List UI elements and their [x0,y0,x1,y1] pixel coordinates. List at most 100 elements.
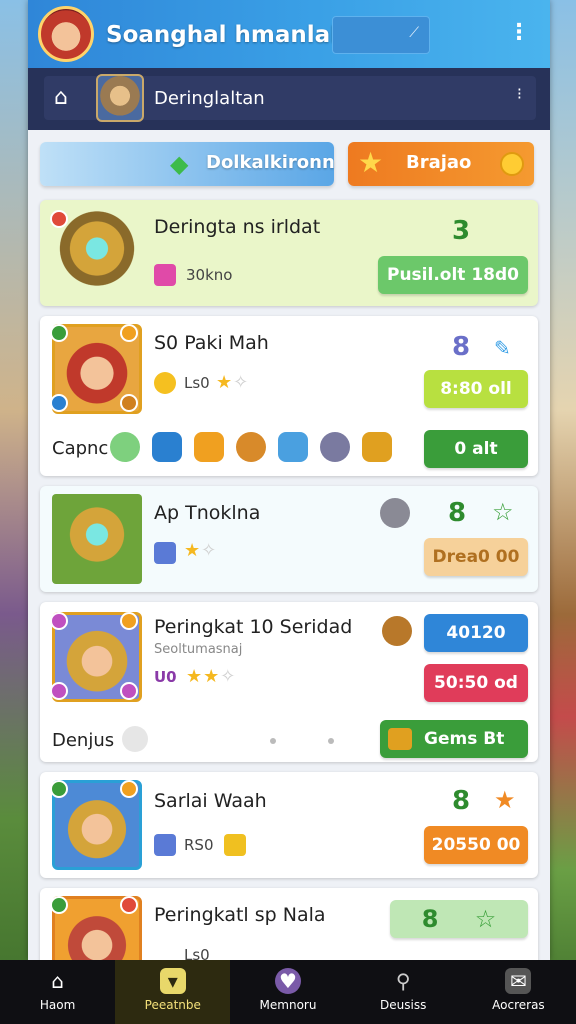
star-icon: ☆ [474,905,497,933]
bottom-nav-home[interactable]: ⌂ Haom [0,960,115,1024]
card-title: Sarlai Waah [154,790,267,812]
card-2[interactable]: S0 Paki Mah Ls0 ★✧ 8 ✎ 8:80 oll Capnc 0 … [40,316,538,476]
badge-icon [50,394,68,412]
breadcrumb: ⌂ Deringlaltan ⁝ [44,74,536,122]
chat-icon[interactable]: ✎ [494,336,511,360]
card-3[interactable]: Ap Tnoklna ★✧ 8 ☆ Drea0 00 [40,486,538,592]
card-count: 8 [452,786,471,816]
badge-icon [50,210,68,228]
star-badge-icon [154,372,176,394]
page-dot [270,738,276,744]
page-dot [328,738,334,744]
card-6[interactable]: Peringkatl sp Nala Ls0 8 ☆ [40,888,538,960]
more-icon[interactable]: ⁝ [517,84,522,103]
settings-icon[interactable] [122,726,148,752]
shield-icon: ▾ [159,968,186,994]
search-icon: ⚲ [395,969,411,993]
badge-icon [120,394,138,412]
card-count: 3 [452,216,471,246]
card-level: U0 [154,668,177,686]
search-box[interactable]: ⟋ [332,16,430,54]
tab-secondary-label: Brajao [406,152,472,173]
card-timer-button[interactable]: 8:80 oll [424,370,528,408]
heart-gem-icon [110,432,140,462]
gold-gem-icon [194,432,224,462]
card-count-button[interactable]: 8 ☆ [390,900,528,938]
shield-icon [380,498,410,528]
bottom-nav-inbox[interactable]: ✉ Aocreras [461,960,576,1024]
heart-icon: ♥ [275,968,301,994]
ring-icon [236,432,266,462]
row-label: Denjus [52,730,115,751]
card-count: 8 [448,498,467,528]
gold-gem-icon [224,834,246,856]
card-action-button[interactable]: 20550 00 [424,826,528,864]
gear-icon [320,432,350,462]
tab-bar: ◆ Dolkalkironn ★ Brajao [28,130,550,200]
card-count: 8 [421,905,439,933]
home-icon: ⌂ [51,969,64,993]
app-title: Soanghal hmanlali [106,22,346,48]
background-scenery-right [546,0,576,1024]
rating-stars: ★★✧ [186,666,237,687]
card-1[interactable]: Deringta ns irldat 30kno 3 Pusil.olt 18d… [40,200,538,306]
item-icons [110,432,392,462]
badge-icon [120,612,138,630]
star-icon: ★ [358,146,384,179]
rating-stars: ★✧ [216,372,250,393]
hero-thumbnail[interactable] [96,74,144,122]
card-4[interactable]: Peringkat 10 Seridad Seoltumasnaj U0 ★★✧… [40,602,538,762]
tab-primary-label: Dolkalkironn [206,152,335,173]
kebab-menu-icon[interactable]: ⋮ [508,22,530,44]
card-action-button[interactable]: 0 alt [424,430,528,468]
card-title: Deringta ns irldat [154,216,321,238]
bottom-nav-label: Peeatnbe [144,998,201,1012]
card-subtitle: Seoltumasnaj [154,642,243,657]
card-price-button[interactable]: 40120 [424,614,528,652]
badge-icon [50,612,68,630]
card-subtitle: RS0 [184,836,214,854]
coin-icon [500,152,524,176]
chest-icon [52,494,142,584]
bottom-nav-label: Haom [39,998,76,1012]
tab-secondary[interactable]: ★ Brajao [348,142,534,186]
bottom-nav-label: Aocreras [492,998,545,1012]
nav-bar: ⌂ Deringlaltan ⁝ [28,68,550,130]
rating-stars: ★✧ [184,540,218,561]
token-icon [382,616,412,646]
card-subtitle: Ls0 [184,374,210,392]
search-icon: ⟋ [409,25,419,41]
card-action-button[interactable]: Drea0 00 [424,538,528,576]
app-window: Soanghal hmanlali ⟋ ⋮ ⌂ Deringlaltan ⁝ ◆… [28,0,550,960]
gem-icon: ◆ [170,150,189,178]
map-icon [362,432,392,462]
star-icon[interactable]: ☆ [492,498,514,526]
star-icon[interactable]: ★ [494,786,516,814]
bottom-nav-search[interactable]: ⚲ Deusiss [346,960,461,1024]
card-title: Peringkatl sp Nala [154,904,326,926]
bottom-nav-heart[interactable]: ♥ Memnoru [230,960,345,1024]
badge-icon [50,896,68,914]
card-subtitle: 30kno [186,266,233,284]
bottom-nav-shield[interactable]: ▾ Peeatnbe [115,960,231,1024]
card-action-button[interactable]: Gems Bt [380,720,528,758]
card-action-button[interactable]: Pusil.olt 18d0 [378,256,528,294]
hero-avatar-icon[interactable] [38,6,94,62]
crystal-icon [278,432,308,462]
home-icon[interactable]: ⌂ [54,86,80,110]
badge-icon [50,682,68,700]
card-title: Ap Tnoklna [154,502,261,524]
background-scenery-left [0,0,30,1024]
badge-icon [50,780,68,798]
breadcrumb-label: Deringlaltan [154,88,265,109]
card-title: Peringkat 10 Seridad [154,616,353,638]
tab-primary[interactable]: ◆ Dolkalkironn [40,142,335,186]
bottom-nav-label: Deusiss [380,998,427,1012]
card-subtitle: Ls0 [184,946,210,960]
card-5[interactable]: Sarlai Waah RS0 8 ★ 20550 00 [40,772,538,878]
cube-icon [154,264,176,286]
badge-icon [120,324,138,342]
rune-icon [154,834,176,856]
chest-icon [388,728,412,750]
card-timer-button[interactable]: 50:50 od [424,664,528,702]
